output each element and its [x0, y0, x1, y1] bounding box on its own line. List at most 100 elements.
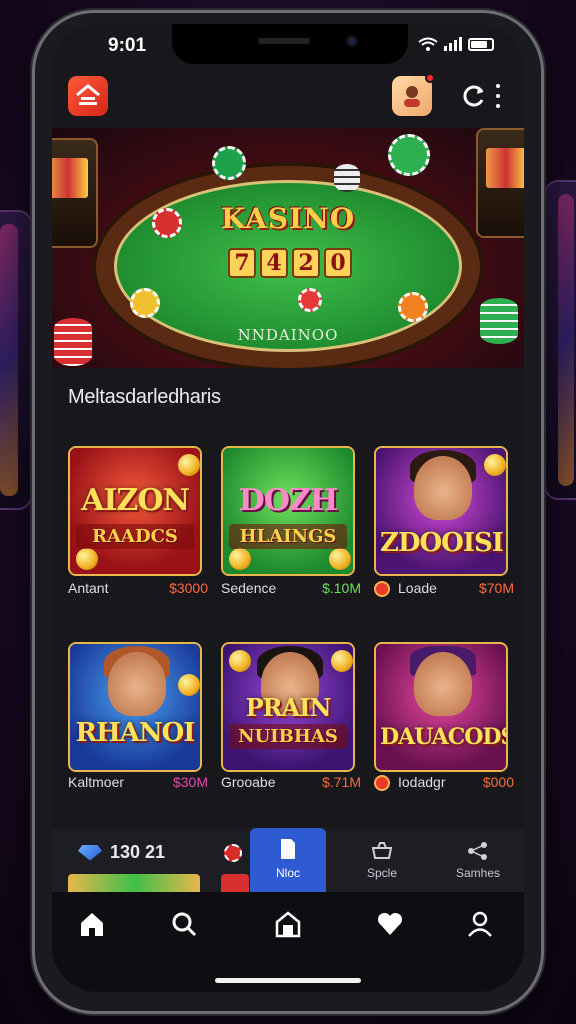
game-meta: Kaltmoer $30M: [68, 774, 208, 794]
game-meta: Sedence $.10M: [221, 580, 361, 600]
tab-home[interactable]: [74, 906, 110, 942]
hero-subtitle: NNDAINOO: [237, 326, 339, 344]
game-card[interactable]: ZDOOISI: [374, 446, 508, 576]
segment-samhes[interactable]: Samhes: [440, 828, 516, 892]
hero-banner[interactable]: KASINO 7 4 2 0 NNDAINOO: [52, 128, 524, 368]
game-subtitle: HLAINGS: [229, 524, 347, 549]
game-provider-icon: [374, 581, 390, 597]
poker-chip: [212, 146, 246, 180]
chip-stack: [334, 164, 360, 192]
signal-icon: [444, 37, 462, 51]
coin-icon: [329, 548, 351, 570]
poker-chip: [388, 134, 430, 176]
refresh-icon[interactable]: [460, 82, 488, 110]
gem-icon: [78, 844, 102, 861]
poker-chip: [298, 288, 322, 312]
coin-icon: [484, 454, 506, 476]
wifi-icon: [418, 37, 438, 51]
coin-icon: [331, 650, 353, 672]
game-title: PRAIN: [245, 693, 332, 722]
game-name: Loade: [398, 580, 437, 596]
coin-icon: [229, 650, 251, 672]
coin-icon: [229, 548, 251, 570]
game-card[interactable]: DAUACODS: [374, 642, 508, 772]
game-meta: Iodadgr $000: [374, 774, 514, 794]
segment-label: Samhes: [455, 866, 501, 880]
poker-chip: [398, 292, 428, 322]
hero-digit: 7: [228, 248, 256, 278]
game-name: Iodadgr: [398, 774, 446, 790]
character-portrait: [108, 652, 166, 716]
chip-icon: [224, 844, 242, 862]
user-avatar[interactable]: [392, 73, 435, 116]
game-title: ZDOOISI: [380, 528, 504, 558]
bottom-navigation: [52, 892, 524, 992]
notification-dot: [425, 73, 435, 83]
game-price: $.71M: [322, 774, 361, 790]
share-icon: [468, 842, 487, 860]
hero-number: 7 4 2 0: [228, 248, 352, 278]
battery-icon: [468, 37, 494, 51]
game-card-peek: [68, 874, 200, 892]
home-icon: [81, 913, 103, 936]
hero-digit: 0: [324, 248, 352, 278]
game-title: AIZON: [81, 483, 190, 518]
coin-icon: [178, 674, 200, 696]
more-menu-icon[interactable]: [494, 84, 502, 108]
game-card[interactable]: AIZON RAADCS: [68, 446, 202, 576]
segment-nloc[interactable]: Nloc: [250, 828, 326, 892]
poker-chip: [130, 288, 160, 318]
game-meta: Antant $3000: [68, 580, 208, 600]
game-subtitle: NUIBHAS: [229, 724, 347, 749]
background-slot-cabinet-right: [544, 180, 576, 500]
game-card[interactable]: RHANOI: [68, 642, 202, 772]
status-bar: 9:01: [52, 24, 524, 68]
hero-digit: 2: [292, 248, 320, 278]
casino-icon: [275, 911, 301, 938]
tab-search[interactable]: [166, 906, 202, 942]
game-price: $.10M: [322, 580, 361, 596]
casino-logo-icon: [76, 84, 100, 105]
segment-label: Spcle: [366, 866, 398, 880]
character-portrait: [414, 456, 472, 520]
app-header: [52, 72, 524, 128]
game-card[interactable]: PRAIN NUIBHAS: [221, 642, 355, 772]
background-slot-cabinet-left: [0, 210, 32, 510]
balance[interactable]: 130 21: [78, 842, 165, 863]
chip-stack: [480, 298, 518, 344]
document-icon: [281, 839, 295, 859]
game-card[interactable]: DOZH HLAINGS: [221, 446, 355, 576]
balance-value: 130 21: [110, 842, 166, 862]
game-meta: Grooabe $.71M: [221, 774, 361, 794]
app-logo[interactable]: [68, 76, 108, 116]
game-price: $000: [482, 774, 514, 790]
app-screen: 9:01 KASINO 7 4 2 0 NNDAINOO Meltasdarle…: [52, 24, 524, 992]
game-title: DOZH: [238, 483, 338, 518]
section-title: Meltasdarledharis: [68, 386, 221, 408]
home-indicator[interactable]: [215, 978, 361, 983]
segment-spcle[interactable]: Spcle: [344, 828, 420, 892]
game-price: $30M: [172, 774, 208, 790]
character-portrait: [414, 652, 472, 716]
game-meta: Loade $70M: [374, 580, 514, 600]
coin-icon: [178, 454, 200, 476]
hero-title: KASINO: [220, 202, 356, 235]
game-price: $70M: [478, 580, 514, 596]
hero-digit: 4: [260, 248, 288, 278]
game-name: Antant: [68, 580, 109, 596]
search-icon: [172, 912, 197, 937]
cart-icon: [371, 842, 393, 859]
game-title: DAUACODS: [380, 724, 508, 750]
game-subtitle: RAADCS: [76, 524, 194, 549]
segment-label: Nloc: [275, 866, 300, 880]
tab-profile[interactable]: [462, 906, 498, 942]
chip-stack: [54, 318, 92, 366]
status-icons: [418, 37, 494, 51]
heart-icon: [377, 912, 403, 935]
tab-favorites[interactable]: [372, 906, 408, 942]
game-provider-icon: [374, 775, 390, 791]
game-name: Grooabe: [221, 774, 276, 790]
tab-casino[interactable]: [270, 906, 306, 942]
game-card-peek: [221, 874, 249, 892]
profile-icon: [468, 911, 492, 937]
